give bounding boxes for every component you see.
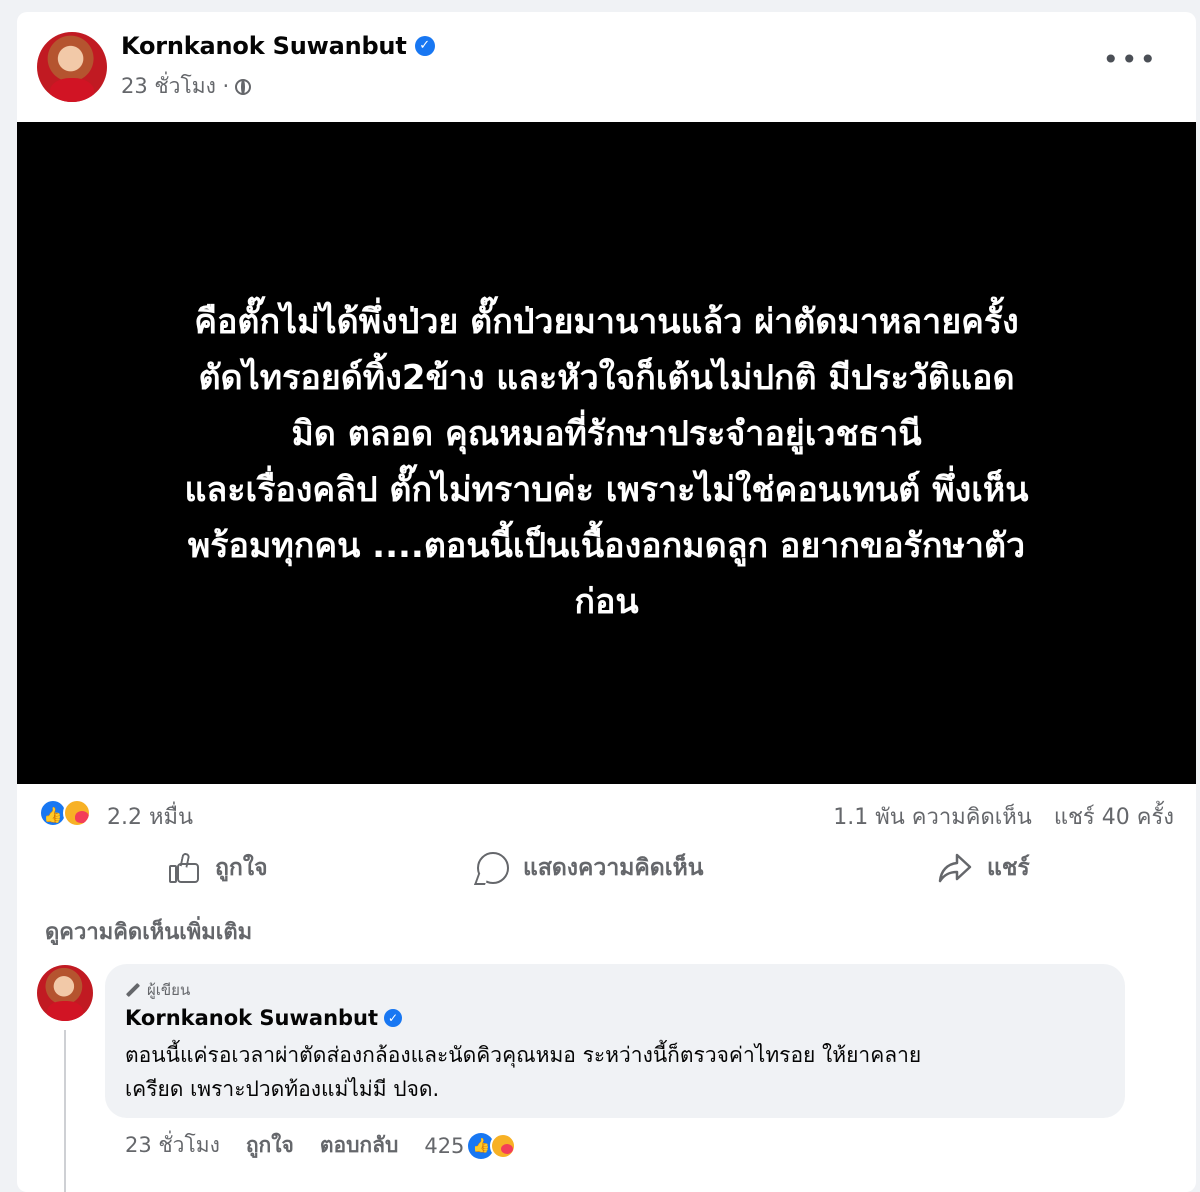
reaction-icons[interactable]: 👍 — [39, 797, 99, 827]
comment-text: ตอนนี้แค่รอเวลาผ่าตัดส่องกล้องและนัดคิวค… — [125, 1043, 922, 1101]
author-avatar[interactable] — [37, 32, 107, 102]
like-button[interactable]: ถูกใจ — [167, 842, 268, 894]
verified-icon: ✓ — [384, 1009, 403, 1027]
share-count[interactable]: แชร์ 40 ครั้ง — [1054, 799, 1174, 834]
comment-reply-button[interactable]: ตอบกลับ — [320, 1129, 399, 1162]
comment-count[interactable]: 1.1 พัน ความคิดเห็น — [833, 799, 1032, 834]
comment-label: แสดงความคิดเห็น — [523, 855, 704, 881]
post-author[interactable]: Kornkanok Suwanbut ✓ — [121, 32, 435, 60]
care-reaction-icon — [490, 1132, 517, 1159]
like-label: ถูกใจ — [215, 855, 268, 881]
thread-line — [64, 1030, 66, 1192]
comment-reactions[interactable]: 425 👍 — [424, 1132, 517, 1159]
verified-icon: ✓ — [414, 36, 435, 56]
reaction-count[interactable]: 2.2 หมื่น — [107, 799, 193, 834]
comment-button[interactable]: แสดงความคิดเห็น — [477, 842, 703, 894]
globe-icon — [235, 78, 252, 95]
post-card: Kornkanok Suwanbut ✓ 23 ชั่วโมง · ••• คื… — [17, 12, 1196, 1192]
post-meta: 23 ชั่วโมง · — [121, 70, 252, 103]
care-reaction-icon — [63, 799, 91, 827]
more-icon[interactable]: ••• — [1102, 46, 1158, 74]
author-badge: ผู้เขียน — [125, 978, 190, 1002]
post-body-text: คือตั๊กไม่ได้พึ่งป่วย ตั๊กป่วยมานานแล้ว … — [184, 302, 1029, 622]
action-bar: ถูกใจ แสดงความคิดเห็น แชร์ — [17, 842, 1196, 894]
comment-meta: 23 ชั่วโมง ถูกใจ ตอบกลับ 425 👍 — [125, 1129, 517, 1162]
post-author-name[interactable]: Kornkanok Suwanbut — [121, 32, 407, 60]
comment-author[interactable]: Kornkanok Suwanbut ✓ — [125, 1006, 403, 1030]
comment-icon — [477, 852, 509, 884]
comment-reaction-count: 425 — [424, 1133, 465, 1158]
post-text-image[interactable]: คือตั๊กไม่ได้พึ่งป่วย ตั๊กป่วยมานานแล้ว … — [17, 122, 1196, 784]
comment-time[interactable]: 23 ชั่วโมง — [125, 1129, 220, 1162]
comment-bubble: ผู้เขียน Kornkanok Suwanbut ✓ ตอนนี้แค่ร… — [105, 964, 1125, 1118]
pen-icon — [125, 982, 141, 998]
post-stats: 👍 2.2 หมื่น 1.1 พัน ความคิดเห็น แชร์ 40 … — [17, 797, 1196, 833]
comment-like-button[interactable]: ถูกใจ — [246, 1129, 294, 1162]
comment-author-name[interactable]: Kornkanok Suwanbut — [125, 1006, 378, 1030]
stats-right: 1.1 พัน ความคิดเห็น แชร์ 40 ครั้ง — [833, 799, 1174, 834]
post-time[interactable]: 23 ชั่วโมง · — [121, 70, 229, 103]
like-icon — [167, 851, 201, 885]
commenter-avatar[interactable] — [37, 965, 93, 1021]
more-comments-link[interactable]: ดูความคิดเห็นเพิ่มเติม — [45, 914, 252, 949]
share-button[interactable]: แชร์ — [937, 842, 1030, 894]
share-label: แชร์ — [987, 855, 1030, 881]
share-icon — [937, 852, 973, 884]
author-badge-label: ผู้เขียน — [147, 981, 191, 999]
